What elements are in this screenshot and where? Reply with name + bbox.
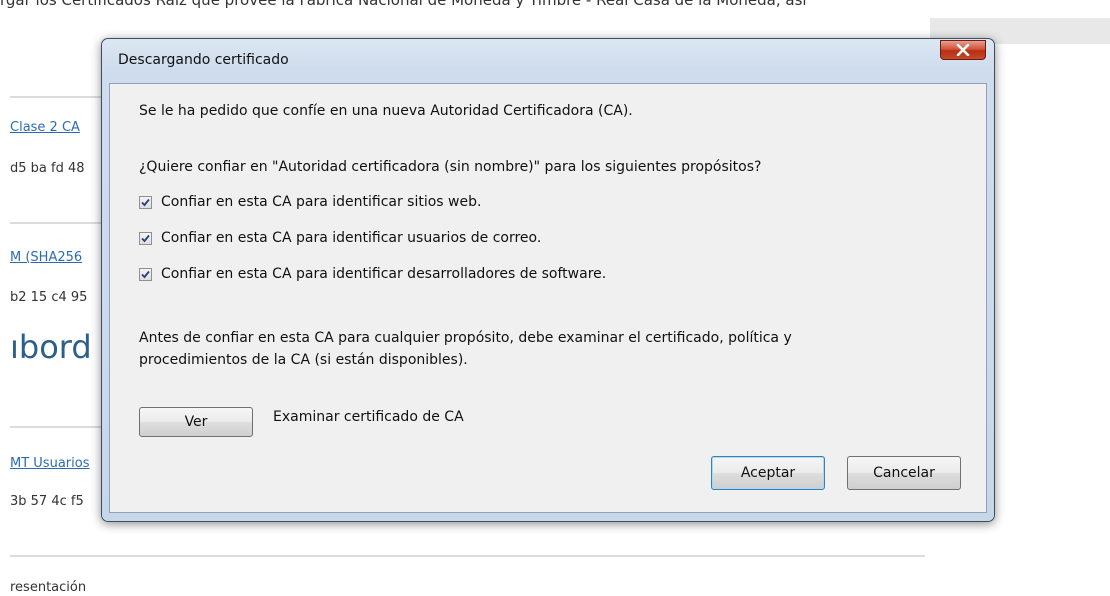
presentation-link-text: resentación: [10, 580, 87, 595]
accept-button[interactable]: Aceptar: [711, 456, 825, 490]
option-software-developers[interactable]: Confiar en esta CA para identificar desa…: [139, 266, 606, 282]
software-developers-label: Confiar en esta CA para identificar desa…: [161, 266, 607, 282]
email-users-checkbox[interactable]: [139, 231, 152, 245]
trust-question: ¿Quiere confiar en "Autoridad certificad…: [139, 159, 762, 175]
download-certificate-dialog: Descargando certificado Se le ha pedido …: [101, 38, 995, 522]
dialog-title: Descargando certificado: [118, 52, 289, 68]
cert-fingerprint: b2 15 c4 95: [10, 290, 88, 305]
software-developers-checkbox[interactable]: [139, 267, 152, 281]
dialog-content: Se le ha pedido que confíe en una nueva …: [109, 83, 987, 513]
divider: [10, 555, 925, 557]
warning-line-1: Antes de confiar en esta CA para cualqui…: [139, 330, 792, 346]
cert-fingerprint: 3b 57 4c f5: [10, 494, 84, 509]
warning-line-2: procedimientos de la CA (si están dispon…: [139, 352, 468, 368]
email-users-label: Confiar en esta CA para identificar usua…: [161, 230, 542, 246]
checkmark-icon: [141, 270, 150, 278]
checkmark-icon: [141, 198, 150, 206]
view-button[interactable]: Ver: [139, 407, 253, 437]
close-x-icon: [956, 44, 970, 56]
option-websites[interactable]: Confiar en esta CA para identificar siti…: [139, 194, 481, 210]
checkmark-icon: [141, 234, 150, 242]
websites-checkbox[interactable]: [139, 195, 152, 209]
close-button[interactable]: [940, 40, 986, 60]
intro-text: Se le ha pedido que confíe en una nueva …: [139, 103, 633, 119]
cert-link-sha256[interactable]: M (SHA256: [10, 250, 82, 265]
page-intro-text: rgar los Certificados Raíz que provee la…: [0, 0, 807, 9]
cert-link-clase2[interactable]: Clase 2 CA: [10, 120, 80, 135]
view-description: Examinar certificado de CA: [273, 409, 464, 425]
section-heading: ıbord: [10, 328, 92, 366]
websites-label: Confiar en esta CA para identificar siti…: [161, 194, 482, 210]
cancel-button[interactable]: Cancelar: [847, 456, 961, 490]
option-email-users[interactable]: Confiar en esta CA para identificar usua…: [139, 230, 541, 246]
cert-link-usuarios[interactable]: MT Usuarios: [10, 456, 89, 471]
cert-fingerprint: d5 ba fd 48: [10, 161, 85, 176]
